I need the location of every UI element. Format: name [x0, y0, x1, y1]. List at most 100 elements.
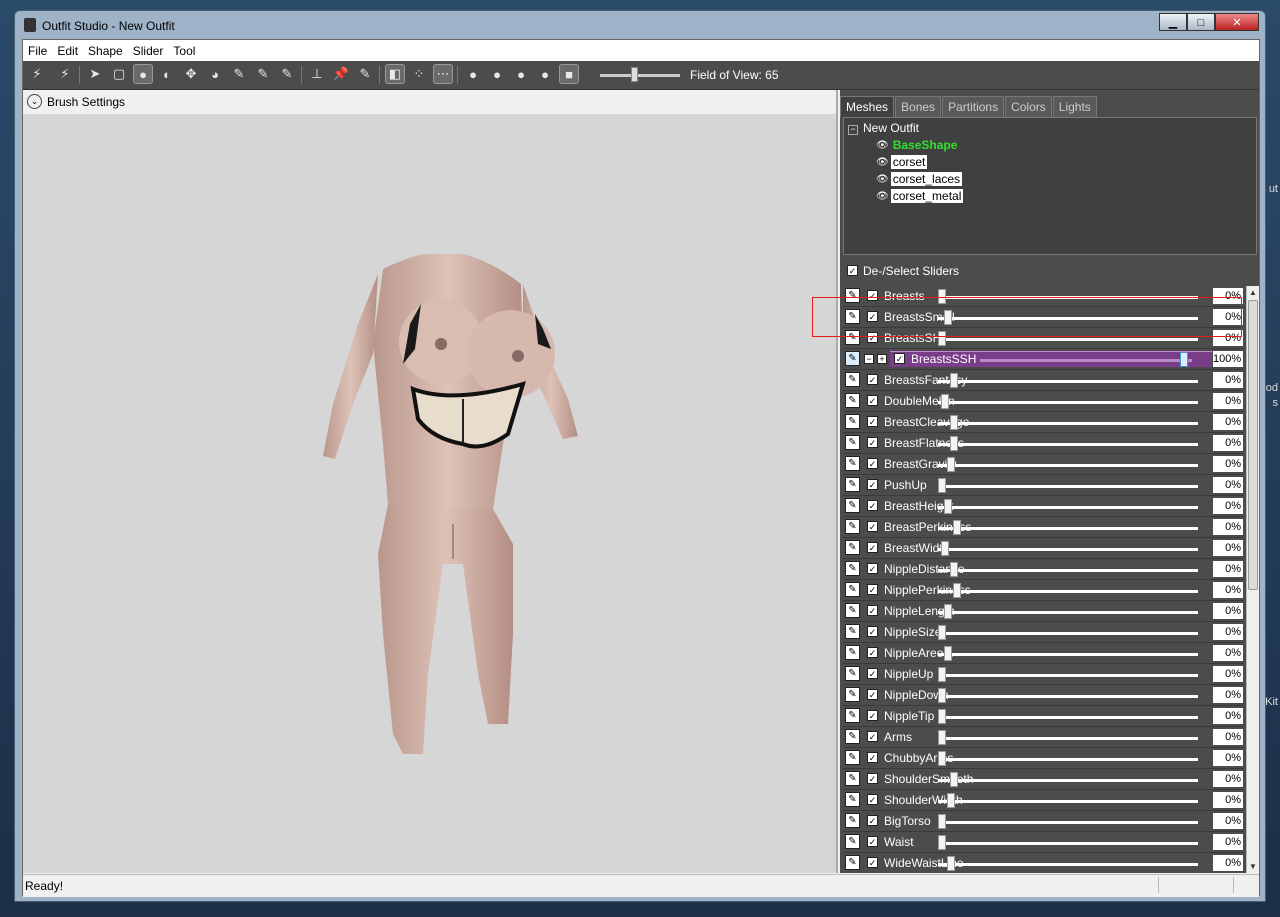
- edit-slider-icon[interactable]: ✎: [845, 687, 860, 702]
- color-brush-icon[interactable]: ✎: [253, 64, 273, 84]
- deselect-sliders-row[interactable]: ✓ De-/Select Sliders: [843, 260, 1257, 282]
- scroll-up-icon[interactable]: ▲: [1247, 286, 1259, 299]
- slider-value-field[interactable]: 0%: [1213, 498, 1243, 514]
- slider-row[interactable]: ✎ ✓ ShoulderWidth 0%: [843, 790, 1243, 811]
- minimize-button[interactable]: ▁: [1159, 13, 1187, 31]
- slider-row[interactable]: ✎ − + ✓ BreastsSSH 100%: [843, 349, 1243, 370]
- tree-root[interactable]: − New Outfit: [848, 121, 919, 135]
- tab-colors[interactable]: Colors: [1005, 96, 1052, 117]
- slider-checkbox[interactable]: ✓: [867, 689, 878, 700]
- plus-icon[interactable]: +: [877, 354, 887, 364]
- tab-lights[interactable]: Lights: [1052, 96, 1097, 117]
- slider-row[interactable]: ✎ ✓ DoubleMelon 0%: [843, 391, 1243, 412]
- weight-brush-icon[interactable]: ✎: [229, 64, 249, 84]
- slider-thumb[interactable]: [950, 415, 958, 430]
- slider-track[interactable]: [938, 548, 1198, 551]
- slider-value-field[interactable]: 0%: [1213, 666, 1243, 682]
- slider-track[interactable]: [938, 506, 1198, 509]
- slider-row[interactable]: ✎ ✓ NippleSize 0%: [843, 622, 1243, 643]
- fov-slider-thumb[interactable]: [631, 67, 638, 82]
- smooth-brush-icon[interactable]: ◕: [205, 64, 225, 84]
- slider-track[interactable]: [938, 716, 1198, 719]
- slider-row[interactable]: ✎ ✓ NippleLength 0%: [843, 601, 1243, 622]
- slider-thumb[interactable]: [938, 814, 946, 829]
- slider-track[interactable]: [938, 464, 1198, 467]
- mask-brush-icon[interactable]: ▢: [109, 64, 129, 84]
- slider-checkbox[interactable]: ✓: [894, 353, 905, 364]
- slider-checkbox[interactable]: ✓: [867, 626, 878, 637]
- slider-value-field[interactable]: 0%: [1213, 624, 1243, 640]
- slider-value-field[interactable]: 0%: [1213, 456, 1243, 472]
- edit-slider-icon[interactable]: ✎: [845, 414, 860, 429]
- edit-slider-icon[interactable]: ✎: [845, 456, 860, 471]
- slider-row[interactable]: ✎ ✓ PushUp 0%: [843, 475, 1243, 496]
- mesh-item[interactable]: 👁 corset: [876, 155, 928, 169]
- slider-row[interactable]: ✎ ✓ BreastsFantasy 0%: [843, 370, 1243, 391]
- slider-row[interactable]: ✎ ✓ BreastHeight 0%: [843, 496, 1243, 517]
- tab-meshes[interactable]: Meshes: [840, 96, 895, 117]
- slider-checkbox[interactable]: ✓: [867, 836, 878, 847]
- slider-value-field[interactable]: 0%: [1213, 792, 1243, 808]
- edit-slider-icon[interactable]: ✎: [845, 435, 860, 450]
- eye-icon[interactable]: 👁: [876, 191, 889, 202]
- edit-slider-icon[interactable]: ✎: [845, 582, 860, 597]
- slider-track[interactable]: [938, 485, 1198, 488]
- slider-track[interactable]: [938, 653, 1198, 656]
- load-outfit-icon[interactable]: ⚡: [55, 64, 75, 84]
- slider-checkbox[interactable]: ✓: [867, 794, 878, 805]
- slider-track[interactable]: [938, 338, 1198, 341]
- slider-track[interactable]: [938, 422, 1198, 425]
- menu-edit[interactable]: Edit: [52, 40, 83, 61]
- slider-track[interactable]: [938, 590, 1198, 593]
- edit-slider-icon[interactable]: ✎: [845, 351, 860, 366]
- slider-thumb[interactable]: [938, 835, 946, 850]
- edit-slider-icon[interactable]: ✎: [845, 834, 860, 849]
- slider-value-field[interactable]: 0%: [1213, 561, 1243, 577]
- slider-track[interactable]: [938, 737, 1198, 740]
- slider-checkbox[interactable]: ✓: [867, 752, 878, 763]
- slider-track[interactable]: [938, 527, 1198, 530]
- slider-track[interactable]: [938, 842, 1198, 845]
- chevron-down-icon[interactable]: ⌄: [27, 94, 42, 109]
- eye-icon[interactable]: 👁: [876, 174, 889, 185]
- slider-checkbox[interactable]: ✓: [867, 710, 878, 721]
- edit-slider-icon[interactable]: ✎: [845, 372, 860, 387]
- slider-checkbox[interactable]: ✓: [867, 395, 878, 406]
- menu-tool[interactable]: Tool: [168, 40, 200, 61]
- scroll-thumb[interactable]: [1248, 300, 1258, 590]
- slider-value-field[interactable]: 0%: [1213, 771, 1243, 787]
- slider-checkbox[interactable]: ✓: [867, 605, 878, 616]
- move-brush-icon[interactable]: ✥: [181, 64, 201, 84]
- edit-slider-icon[interactable]: ✎: [845, 855, 860, 870]
- tab-partitions[interactable]: Partitions: [942, 96, 1005, 117]
- slider-row[interactable]: ✎ ✓ WideWaistLine 0%: [843, 853, 1243, 873]
- slider-thumb[interactable]: [944, 499, 952, 514]
- slider-value-field[interactable]: 0%: [1213, 834, 1243, 850]
- slider-value-field[interactable]: 0%: [1213, 750, 1243, 766]
- slider-track[interactable]: [938, 632, 1198, 635]
- menu-slider[interactable]: Slider: [128, 40, 169, 61]
- slider-track[interactable]: [938, 443, 1198, 446]
- slider-row[interactable]: ✎ ✓ BreastCleavage 0%: [843, 412, 1243, 433]
- edit-slider-icon[interactable]: ✎: [845, 561, 860, 576]
- slider-track[interactable]: [980, 359, 1192, 362]
- slider-checkbox[interactable]: ✓: [867, 731, 878, 742]
- slider-value-field[interactable]: 0%: [1213, 687, 1243, 703]
- slider-checkbox[interactable]: ✓: [867, 815, 878, 826]
- slider-row[interactable]: ✎ ✓ ShoulderSmooth 0%: [843, 769, 1243, 790]
- edit-slider-icon[interactable]: ✎: [845, 498, 860, 513]
- slider-value-field[interactable]: 0%: [1213, 813, 1243, 829]
- slider-thumb[interactable]: [953, 583, 961, 598]
- slider-row[interactable]: ✎ ✓ BreastGravity 0%: [843, 454, 1243, 475]
- slider-row[interactable]: ✎ ✓ BreastPerkiness 0%: [843, 517, 1243, 538]
- slider-checkbox[interactable]: ✓: [867, 773, 878, 784]
- slider-thumb[interactable]: [950, 373, 958, 388]
- slider-row[interactable]: ✎ ✓ ChubbyArms 0%: [843, 748, 1243, 769]
- eye-icon[interactable]: 👁: [876, 140, 889, 151]
- slider-checkbox[interactable]: ✓: [867, 437, 878, 448]
- slider-thumb[interactable]: [950, 562, 958, 577]
- slider-checkbox[interactable]: ✓: [867, 479, 878, 490]
- wireframe-icon[interactable]: ●: [487, 64, 507, 84]
- slider-thumb[interactable]: [947, 457, 955, 472]
- transform-icon[interactable]: ⊥: [307, 64, 327, 84]
